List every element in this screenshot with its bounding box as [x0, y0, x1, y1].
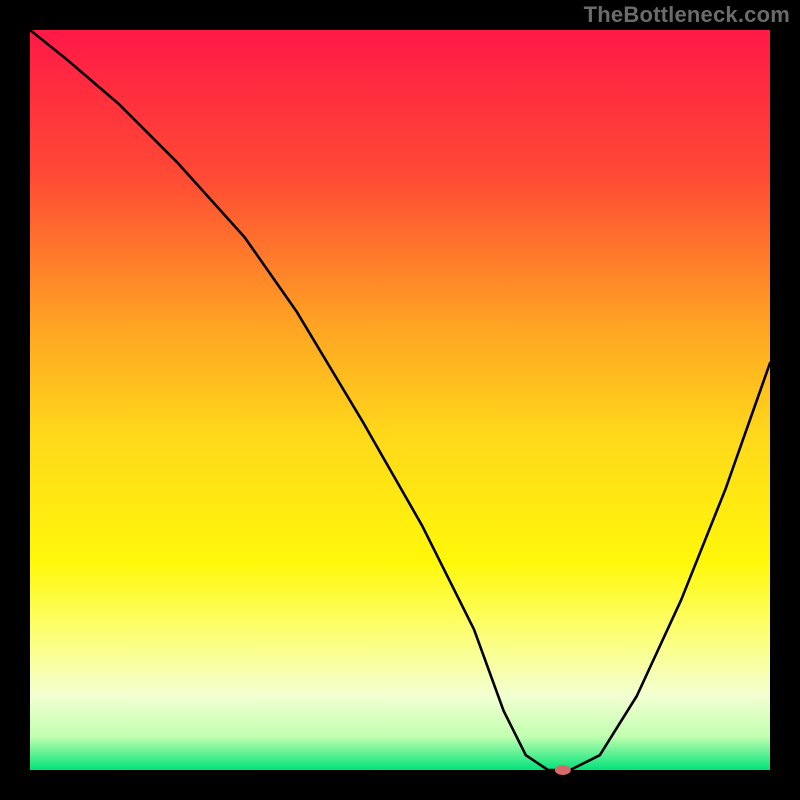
selected-point-marker: [555, 765, 571, 775]
chart-stage: TheBottleneck.com: [0, 0, 800, 800]
gradient-background: [30, 30, 770, 770]
watermark-label: TheBottleneck.com: [584, 2, 790, 28]
bottleneck-chart: [0, 0, 800, 800]
